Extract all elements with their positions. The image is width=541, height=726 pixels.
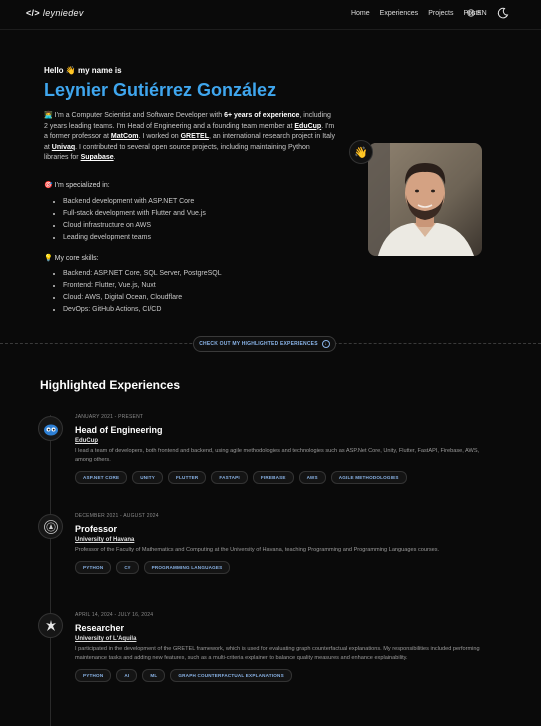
skills-list: Backend: ASP.NET Core, SQL Server, Postg… bbox=[63, 269, 222, 317]
tag: ASP.NET CORE bbox=[75, 471, 128, 484]
wave-badge: 👋 bbox=[349, 140, 373, 164]
experience-date: JANUARY 2021 - PRESENT bbox=[75, 414, 144, 420]
list-item: Cloud infrastructure on AWS bbox=[63, 221, 206, 233]
link-educup[interactable]: EduCup bbox=[294, 123, 321, 130]
hello-text: Hello 👋 my name is bbox=[44, 66, 122, 75]
tag-list: ASP.NET CORE UNITY FLUTTER FASTAPI FIREB… bbox=[75, 471, 485, 484]
list-item: Full-stack development with Flutter and … bbox=[63, 209, 206, 221]
link-gretel[interactable]: GRETEL bbox=[181, 133, 209, 140]
experience-description: I lead a team of developers, both fronte… bbox=[75, 448, 480, 463]
timeline-line bbox=[50, 415, 51, 726]
link-matcom[interactable]: MatCom bbox=[111, 133, 139, 140]
specialized-list: Backend development with ASP.NET Core Fu… bbox=[63, 197, 206, 245]
experience-org-link[interactable]: University of Havana bbox=[75, 537, 485, 543]
experience-date: APRIL 14, 2024 - JULY 16, 2024 bbox=[75, 612, 154, 618]
globe-icon bbox=[467, 9, 475, 17]
university-havana-logo-icon bbox=[38, 514, 63, 539]
tag: PYTHON bbox=[75, 669, 112, 682]
tag: AGILE METHODOLOGIES bbox=[330, 471, 407, 484]
experience-item: JANUARY 2021 - PRESENT Head of Engineeri… bbox=[75, 414, 485, 484]
experience-role: Professor bbox=[75, 524, 118, 534]
experience-org-link[interactable]: EduCup bbox=[75, 438, 485, 444]
tag: ML bbox=[142, 669, 166, 682]
experiences-heading: Highlighted Experiences bbox=[40, 378, 181, 392]
experience-item: APRIL 14, 2024 - JULY 16, 2024 Researche… bbox=[75, 612, 485, 682]
bio-paragraph: 👨‍💻 I'm a Computer Scientist and Softwar… bbox=[44, 112, 336, 161]
page-title: Leynier Gutiérrez González bbox=[44, 80, 277, 100]
top-navbar: </> leyniedev Home Experiences Projects P… bbox=[0, 0, 541, 30]
language-switcher[interactable]: EN bbox=[467, 9, 487, 17]
tag: C# bbox=[116, 561, 139, 574]
tag-list: PYTHON AI ML GRAPH COUNTERFACTUAL EXPLAN… bbox=[75, 669, 485, 682]
tag: AI bbox=[116, 669, 138, 682]
tag: FLUTTER bbox=[168, 471, 207, 484]
list-item: Leading development teams bbox=[63, 233, 206, 245]
experience-org-link[interactable]: University of L'Aquila bbox=[75, 636, 485, 642]
profile-photo bbox=[368, 143, 482, 256]
site-logo[interactable]: </> leyniedev bbox=[26, 8, 84, 18]
arrow-down-icon: ↓ bbox=[321, 340, 330, 348]
experience-role: Head of Engineering bbox=[75, 425, 163, 435]
nav-link-experiences[interactable]: Experiences bbox=[380, 10, 419, 17]
tag: AWS bbox=[298, 471, 326, 484]
experience-description: I participated in the development of the… bbox=[75, 646, 480, 661]
experience-role: Researcher bbox=[75, 623, 125, 633]
logo-text: leyniedev bbox=[42, 8, 84, 18]
list-item: DevOps: GitHub Actions, CI/CD bbox=[63, 305, 222, 317]
tag: UNITY bbox=[132, 471, 164, 484]
tag: FIREBASE bbox=[252, 471, 294, 484]
skills-title: 💡 My core skills: bbox=[44, 255, 99, 262]
tag: GRAPH COUNTERFACTUAL EXPLANATIONS bbox=[170, 669, 292, 682]
tag-list: PYTHON C# PROGRAMMING LANGUAGES bbox=[75, 561, 485, 574]
nav-link-home[interactable]: Home bbox=[351, 10, 370, 17]
code-icon: </> bbox=[26, 8, 40, 18]
educup-logo-icon bbox=[38, 416, 63, 441]
university-laquila-logo-icon bbox=[38, 613, 63, 638]
link-supabase[interactable]: Supabase bbox=[81, 154, 114, 161]
cta-label: CHECK OUT MY HIGHLIGHTED EXPERIENCES bbox=[199, 341, 318, 347]
list-item: Backend: ASP.NET Core, SQL Server, Postg… bbox=[63, 269, 222, 281]
moon-icon[interactable] bbox=[497, 7, 509, 19]
list-item: Frontend: Flutter, Vue.js, Nuxt bbox=[63, 281, 222, 293]
language-label: EN bbox=[477, 9, 487, 17]
nav-link-projects[interactable]: Projects bbox=[428, 10, 453, 17]
link-univaq[interactable]: Univaq bbox=[52, 144, 75, 151]
experience-date: DECEMBER 2021 - AUGUST 2024 bbox=[75, 513, 159, 519]
tag: PROGRAMMING LANGUAGES bbox=[143, 561, 231, 574]
tag: PYTHON bbox=[75, 561, 112, 574]
experience-description: Professor of the Faculty of Mathematics … bbox=[75, 547, 440, 553]
list-item: Cloud: AWS, Digital Ocean, Cloudflare bbox=[63, 293, 222, 305]
specialized-title: 🎯 I'm specialized in: bbox=[44, 182, 110, 189]
experience-item: DECEMBER 2021 - AUGUST 2024 Professor Un… bbox=[75, 513, 485, 574]
highlighted-experiences-button[interactable]: CHECK OUT MY HIGHLIGHTED EXPERIENCES ↓ bbox=[193, 336, 336, 352]
waving-hand-icon: 👋 bbox=[354, 146, 368, 159]
tag: FASTAPI bbox=[211, 471, 248, 484]
nav-links: Home Experiences Projects Posts bbox=[351, 10, 481, 17]
list-item: Backend development with ASP.NET Core bbox=[63, 197, 206, 209]
